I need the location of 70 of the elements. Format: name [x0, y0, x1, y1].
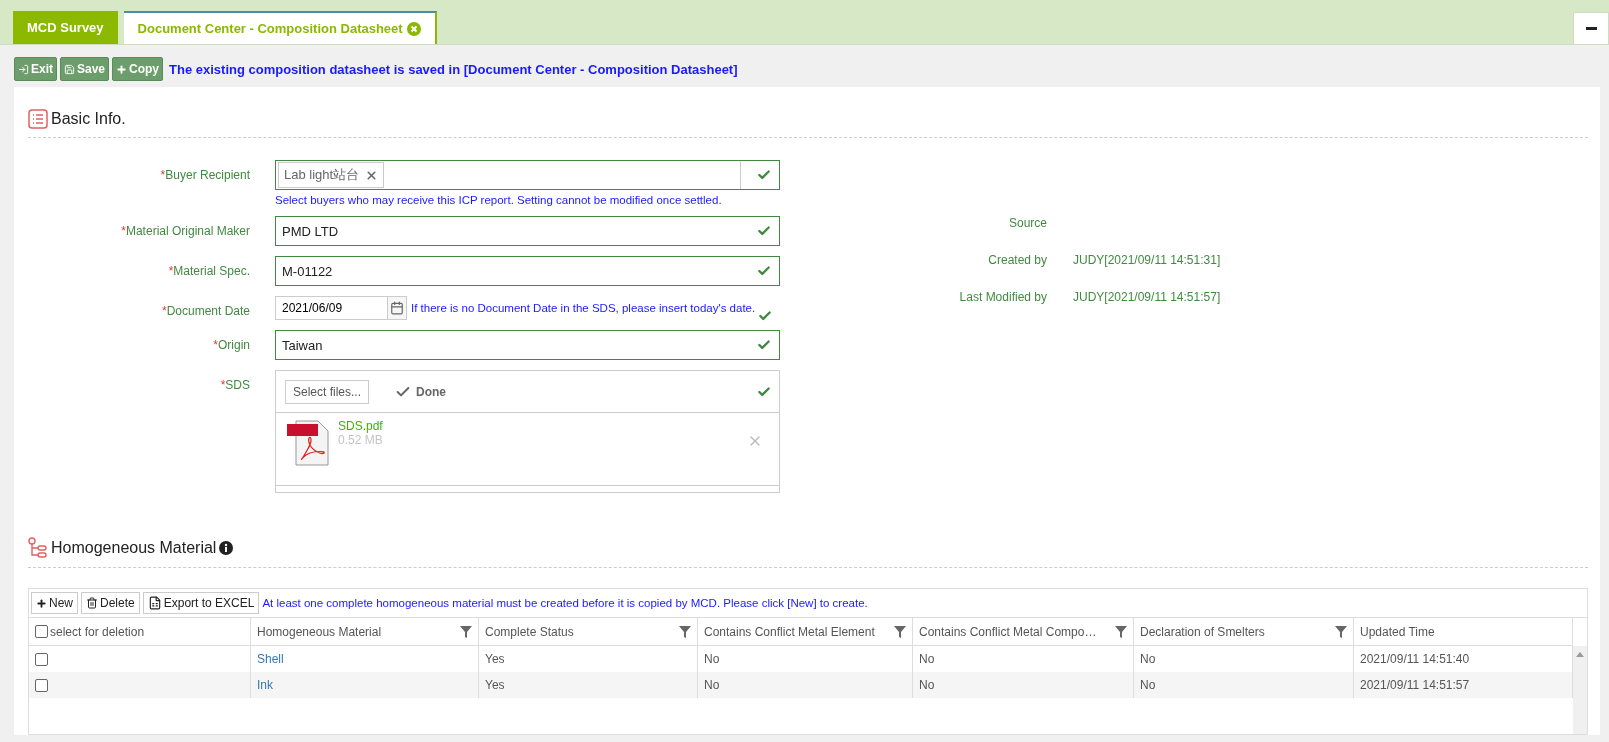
- grid-message: At least one complete homogeneous material must be created before it is copied by MCD. Please click [New] to create.: [262, 597, 868, 609]
- field-label: *SDS: [219, 377, 251, 392]
- column-header-label: Contains Conflict Metal Element: [704, 624, 875, 639]
- field-label: *Document Date: [160, 303, 251, 318]
- info-label: Source: [1007, 216, 1047, 230]
- material-link[interactable]: Shell: [257, 652, 284, 666]
- save-location-message: The existing composition datasheet is saved in [Document Center - Composition Datasheet]: [169, 61, 738, 77]
- field-hint: Select buyers who may receive this ICP report. Setting cannot be modified once settled.: [275, 194, 723, 206]
- filter-icon[interactable]: [1115, 625, 1127, 638]
- upload-status: Done: [416, 384, 447, 399]
- tree-icon: [28, 537, 48, 559]
- table-cell: No: [704, 652, 720, 666]
- table-cell: No: [704, 678, 720, 692]
- info-value: JUDY[2021/09/11 14:51:57]: [1073, 290, 1221, 304]
- field-label: *Material Spec.: [167, 263, 251, 278]
- calendar-icon: [390, 301, 404, 315]
- column-header-label: Updated Time: [1360, 624, 1435, 639]
- text-field[interactable]: M-01122: [275, 256, 780, 286]
- grid-toolbar-button[interactable]: New: [31, 592, 78, 614]
- section-title: Homogeneous Material: [51, 539, 217, 557]
- grid-toolbar-button[interactable]: Delete: [81, 592, 140, 614]
- minimize-button[interactable]: [1573, 12, 1609, 45]
- info-label: Last Modified by: [958, 290, 1047, 304]
- section-title: Basic Info.: [51, 110, 126, 128]
- filter-icon[interactable]: [894, 625, 906, 638]
- table-cell: No: [919, 678, 935, 692]
- checkbox[interactable]: [35, 625, 48, 638]
- field-label: *Origin: [212, 337, 251, 352]
- select-files-button[interactable]: Select files...: [285, 379, 370, 404]
- pdf-file-icon: [286, 419, 332, 467]
- column-header-label: Homogeneous Material: [257, 624, 382, 639]
- table-cell: Yes: [485, 678, 505, 692]
- column-header-label: Declaration of Smelters: [1140, 624, 1265, 639]
- spreadsheet-icon: [147, 596, 162, 610]
- info-icon[interactable]: [219, 541, 234, 555]
- table-cell: 2021/09/11 14:51:40: [1360, 652, 1470, 666]
- info-label: Created by: [987, 253, 1047, 267]
- column-header-label: select for deletion: [50, 624, 145, 639]
- checkbox[interactable]: [35, 652, 48, 666]
- material-link[interactable]: Ink: [257, 678, 273, 692]
- plus-icon: [116, 63, 128, 75]
- save-icon: [64, 63, 75, 75]
- filter-icon[interactable]: [1335, 625, 1347, 638]
- recipient-tag: Lab light站台: [278, 162, 385, 188]
- table-cell: Yes: [485, 652, 505, 666]
- date-field[interactable]: 2021/06/09: [275, 296, 387, 320]
- field-label: *Buyer Recipient: [159, 167, 251, 182]
- column-header-label: Contains Conflict Metal Compo…: [919, 624, 1097, 639]
- field-label: *Material Original Maker: [120, 223, 251, 238]
- table-cell: No: [1140, 678, 1156, 692]
- checkbox[interactable]: [35, 678, 48, 692]
- list-icon: [28, 109, 48, 129]
- column-header-label: Complete Status: [485, 624, 574, 639]
- filter-icon[interactable]: [460, 625, 472, 638]
- grid-toolbar-button[interactable]: Export to EXCEL: [142, 592, 260, 614]
- buyer-recipient-field[interactable]: Lab light站台: [275, 160, 780, 190]
- table-cell: No: [1140, 652, 1156, 666]
- exit-icon: [18, 63, 29, 75]
- text-field[interactable]: Taiwan: [275, 330, 780, 360]
- text-field[interactable]: PMD LTD: [275, 216, 780, 246]
- field-hint: If there is no Document Date in the SDS, please insert today's date.: [411, 302, 756, 314]
- trash-icon: [86, 597, 98, 609]
- file-size: 0.52 MB: [338, 433, 383, 447]
- plus-icon: [36, 597, 47, 609]
- calendar-button[interactable]: [387, 296, 407, 320]
- table-cell: 2021/09/11 14:51:57: [1360, 678, 1470, 692]
- table-cell: No: [919, 652, 935, 666]
- scrollbar[interactable]: [1573, 646, 1587, 734]
- filter-icon[interactable]: [679, 625, 691, 638]
- info-value: JUDY[2021/09/11 14:51:31]: [1073, 253, 1221, 267]
